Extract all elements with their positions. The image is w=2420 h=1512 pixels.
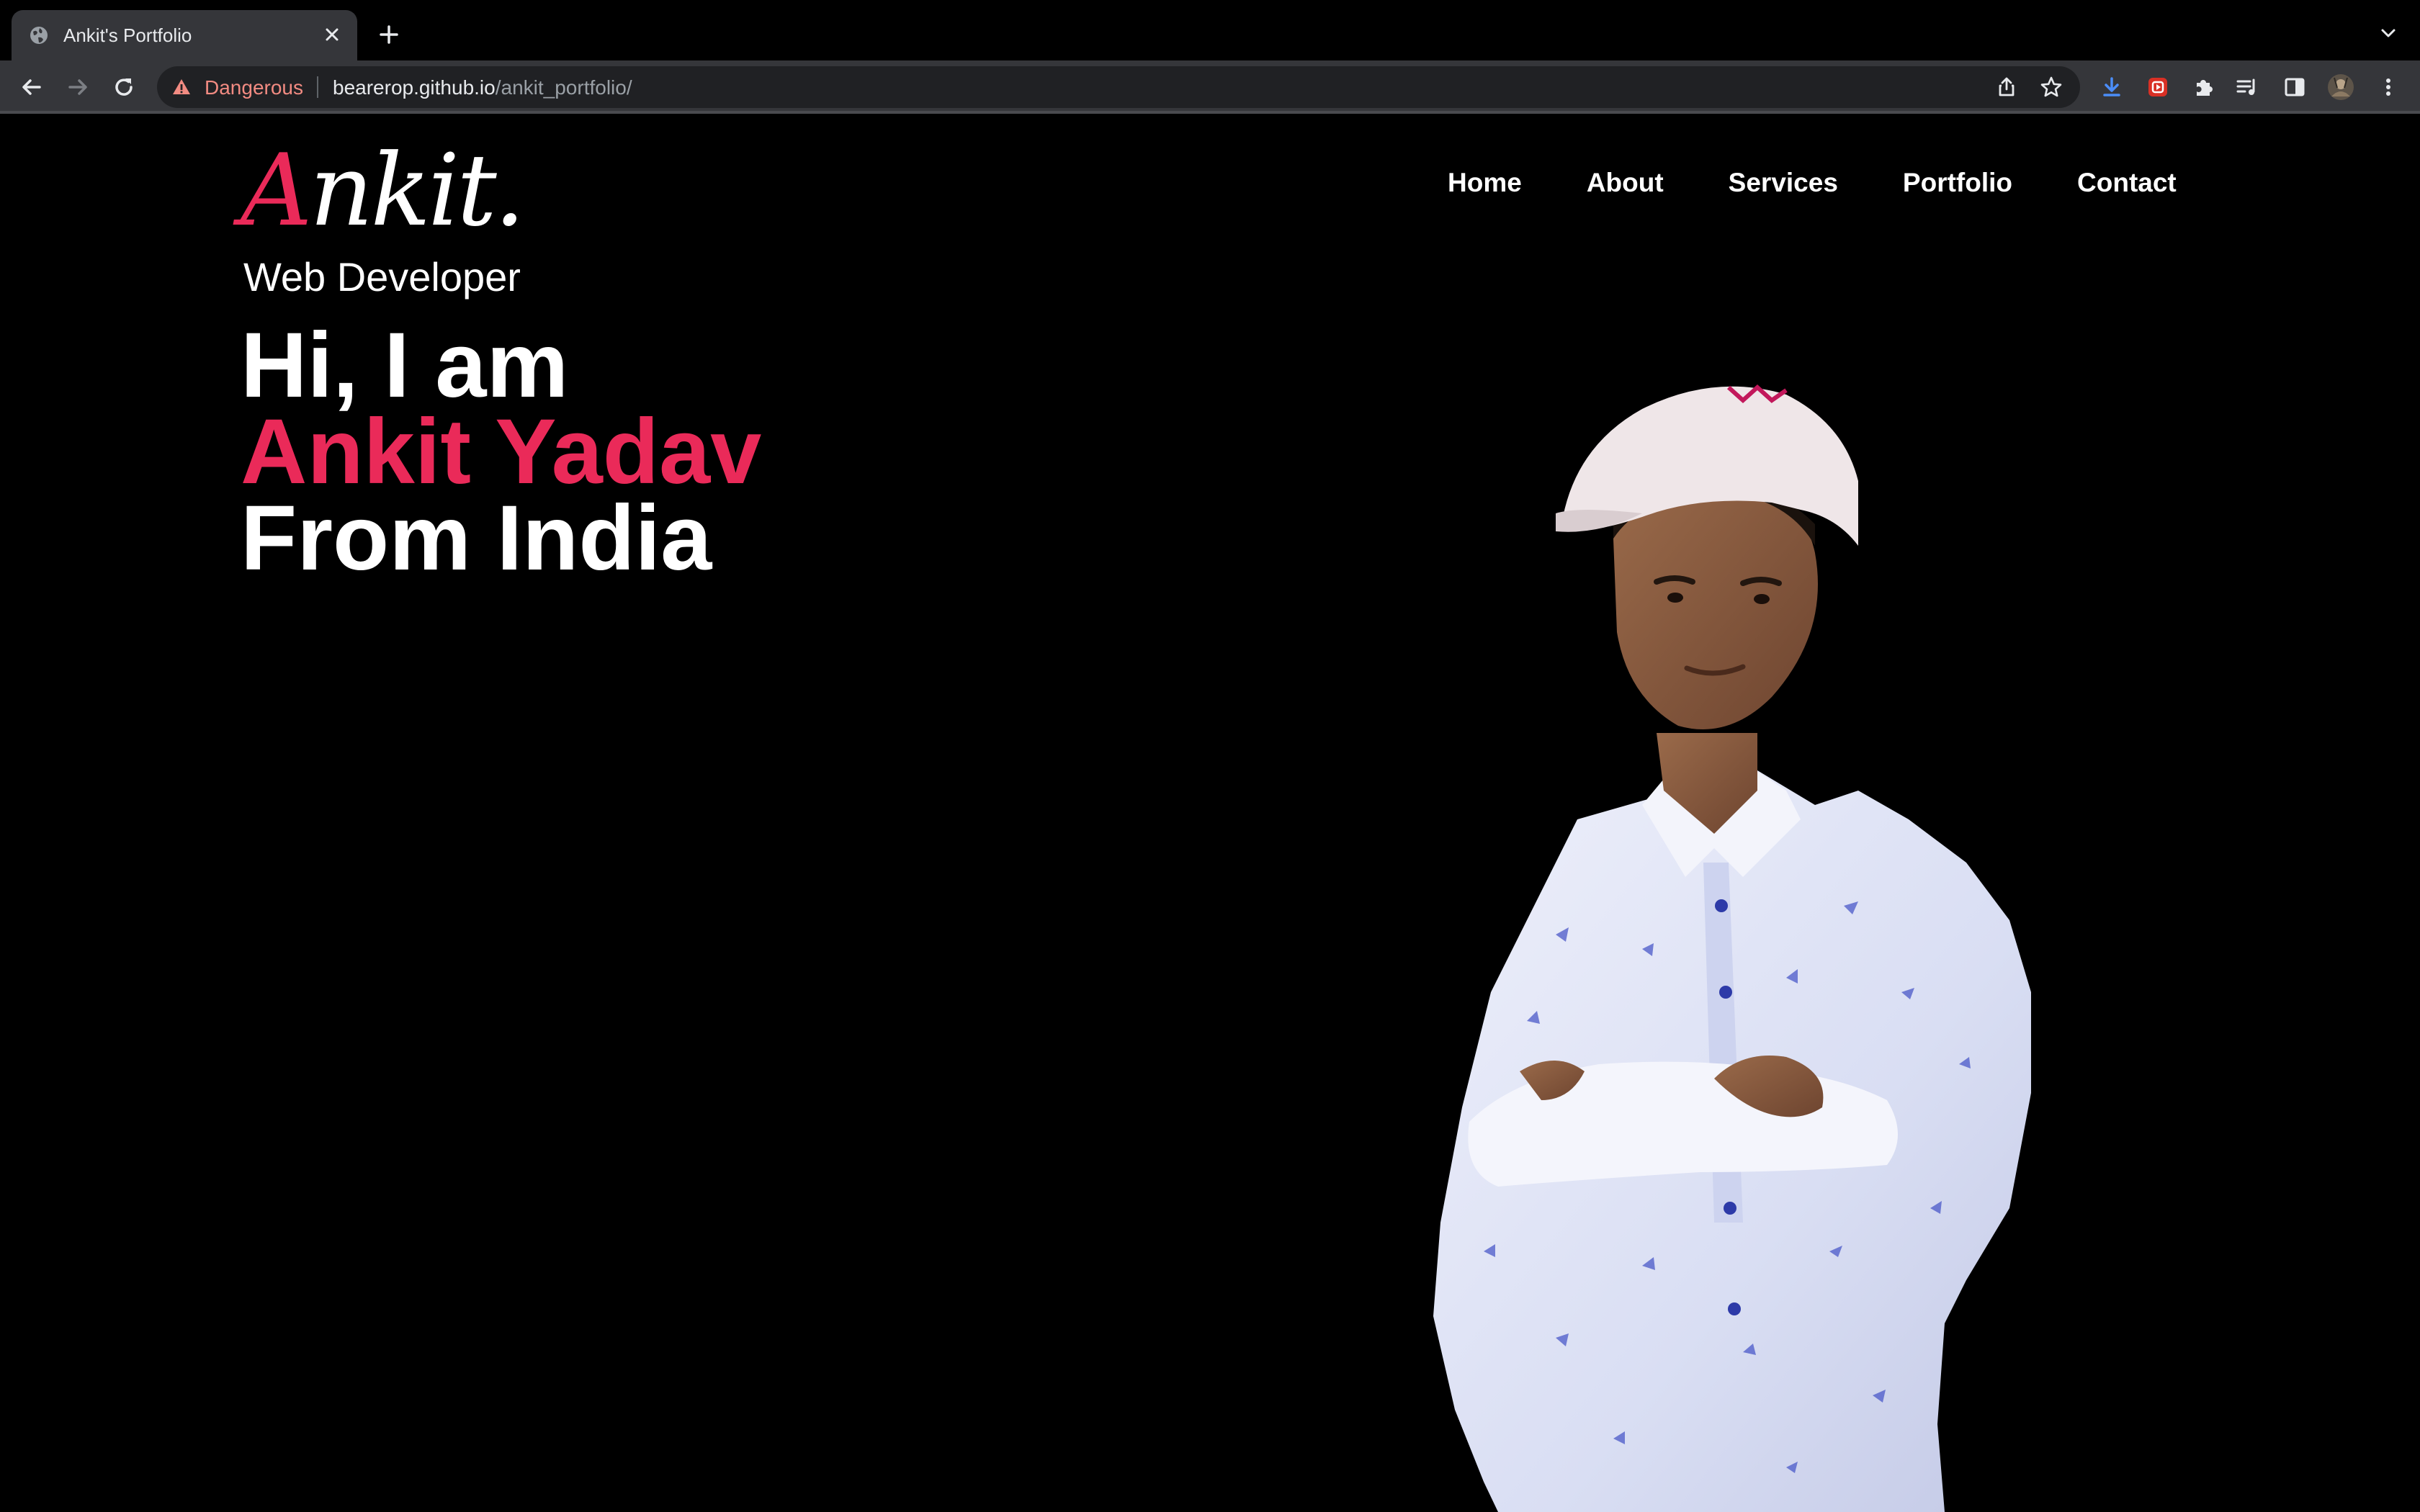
hero-name: Ankit Yadav	[241, 400, 762, 503]
close-icon[interactable]	[320, 22, 344, 47]
hero-greeting: Hi, I am	[241, 314, 569, 417]
star-icon[interactable]	[2040, 76, 2063, 99]
warning-triangle-icon[interactable]	[171, 77, 192, 97]
omnibox-divider	[317, 76, 318, 98]
logo-initial: A	[241, 132, 313, 248]
url-host: bearerop.github.io	[333, 76, 496, 99]
download-icon[interactable]	[2097, 73, 2126, 102]
role-subtitle: Web Developer	[243, 254, 521, 300]
logo-rest: nkit.	[309, 132, 526, 248]
plus-icon[interactable]	[375, 20, 403, 49]
nav-portfolio-link[interactable]: Portfolio	[1903, 161, 2012, 204]
profile-avatar[interactable]	[2326, 73, 2355, 102]
profile-photo	[1433, 384, 2031, 1512]
reload-icon[interactable]	[109, 73, 138, 102]
kebab-menu-icon[interactable]	[2374, 73, 2403, 102]
browser-chrome: Ankit's Portfolio Dangerous bearerop.git…	[0, 0, 2420, 114]
extension-red-icon[interactable]	[2143, 73, 2172, 102]
nav-home-link[interactable]: Home	[1448, 161, 1522, 204]
nav-contact-link[interactable]: Contact	[2077, 161, 2177, 204]
hero-origin: From India	[241, 487, 712, 590]
site-logo[interactable]: Ankit.	[241, 137, 526, 245]
globe-icon	[29, 25, 49, 45]
url-path: /ankit_portfolio/	[495, 76, 632, 99]
forward-arrow-icon[interactable]	[63, 73, 92, 102]
puzzle-icon[interactable]	[2190, 73, 2218, 102]
address-bar[interactable]: Dangerous bearerop.github.io/ankit_portf…	[157, 66, 2080, 108]
nav-services-link[interactable]: Services	[1729, 161, 1838, 204]
active-tab[interactable]: Ankit's Portfolio	[12, 10, 357, 60]
browser-toolbar: Dangerous bearerop.github.io/ankit_portf…	[0, 60, 2420, 114]
main-nav: Home About Services Portfolio Contact	[1448, 161, 2177, 204]
back-arrow-icon[interactable]	[17, 73, 46, 102]
security-status[interactable]: Dangerous	[205, 76, 303, 99]
tab-title: Ankit's Portfolio	[63, 24, 192, 46]
share-icon[interactable]	[1995, 76, 2018, 99]
tab-strip: Ankit's Portfolio	[0, 0, 2420, 60]
side-panel-icon[interactable]	[2280, 73, 2309, 102]
chevron-down-icon[interactable]	[2377, 22, 2400, 45]
url-text[interactable]: bearerop.github.io/ankit_portfolio/	[333, 76, 632, 99]
portfolio-page: Ankit. Home About Services Portfolio Con…	[0, 114, 2420, 1512]
hero-heading: Hi, I am Ankit Yadav From India	[241, 314, 762, 590]
nav-about-link[interactable]: About	[1587, 161, 1664, 204]
reading-list-icon[interactable]	[2233, 73, 2262, 102]
